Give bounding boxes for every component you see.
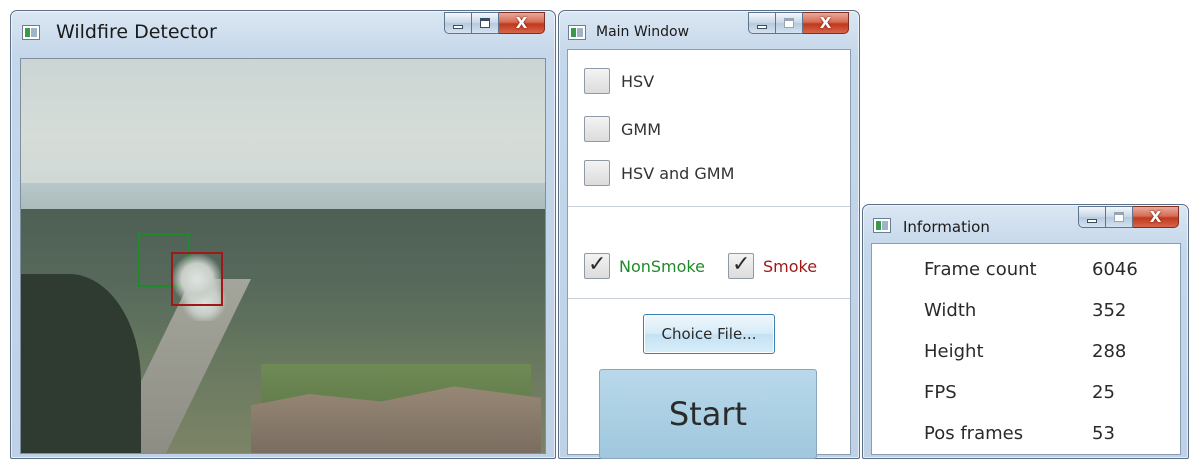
info-value: 53 [1092,423,1115,444]
smoke-detection-box [171,252,223,306]
divider [568,298,850,299]
info-value: 25 [1092,382,1115,403]
close-button[interactable]: X [803,12,849,34]
checkbox-label: HSV [621,71,655,91]
minimize-button[interactable] [748,12,776,34]
divider [568,206,850,207]
checkbox-nonsmoke[interactable]: NonSmoke [584,252,705,279]
close-button[interactable]: X [499,12,545,34]
app-icon [22,25,40,40]
checkbox-box[interactable] [584,116,610,142]
information-window: Information X Frame count 6046 Width 352… [862,204,1189,459]
maximize-icon [480,18,490,28]
info-label: FPS [924,382,957,403]
main-window: Main Window X HSV GMM HSV and GMM ✓ NonS… [558,10,860,459]
minimize-button[interactable] [1078,206,1106,228]
checkbox-label: NonSmoke [619,256,705,276]
main-client: HSV GMM HSV and GMM NonSmoke Smoke Choic… [567,49,851,459]
info-label: Height [924,341,984,362]
maximize-icon [1114,212,1124,222]
info-client: Frame count 6046 Width 352 Height 288 FP… [871,243,1181,455]
info-value: 288 [1092,341,1127,362]
sky [21,59,545,189]
app-icon [568,25,586,40]
checkbox-box[interactable] [584,160,610,186]
info-row-pos-frames: Pos frames 53 [872,416,1180,452]
close-icon: X [515,14,528,32]
app-icon [873,218,891,233]
choice-file-button[interactable]: Choice File... [643,314,775,354]
detector-window-controls: X [444,12,545,36]
checkbox-label: GMM [621,119,662,139]
checkbox-box[interactable] [728,252,754,279]
info-value: 6046 [1092,259,1138,280]
info-row-fps: FPS 25 [872,375,1180,411]
info-label: Pos frames [924,423,1024,444]
maximize-icon [784,18,794,28]
maximize-button[interactable] [472,12,499,34]
info-title: Information [903,218,990,236]
info-label: Frame count [924,259,1037,280]
video-frame [20,58,546,454]
checkbox-smoke[interactable]: Smoke [728,252,818,279]
main-title: Main Window [596,24,690,40]
close-button[interactable]: X [1133,206,1179,228]
minimize-icon [1087,219,1097,223]
minimize-icon [757,25,767,29]
checkbox-hsv-and-gmm[interactable]: HSV and GMM [584,160,734,186]
video-scene [21,59,545,453]
info-value: 352 [1092,300,1127,321]
close-icon: X [819,14,832,32]
start-button[interactable]: Start [599,369,817,459]
checkbox-hsv[interactable]: HSV [584,68,654,94]
maximize-button[interactable] [1106,206,1133,228]
detector-title: Wildfire Detector [56,21,217,43]
wildfire-detector-window: Wildfire Detector X [10,10,556,459]
minimize-button[interactable] [444,12,472,34]
checkbox-label: Smoke [763,256,818,276]
detector-titlebar[interactable]: Wildfire Detector X [11,11,555,55]
minimize-icon [453,25,463,29]
checkbox-label: HSV and GMM [621,163,735,183]
main-window-controls: X [748,12,849,36]
info-row-width: Width 352 [872,293,1180,329]
checkbox-box[interactable] [584,252,610,279]
checkbox-box[interactable] [584,68,610,94]
info-row-height: Height 288 [872,334,1180,370]
info-window-controls: X [1078,206,1179,230]
info-row-frame-count: Frame count 6046 [872,252,1180,288]
info-label: Width [924,300,977,321]
checkbox-gmm[interactable]: GMM [584,116,661,142]
close-icon: X [1149,208,1162,226]
maximize-button[interactable] [776,12,803,34]
